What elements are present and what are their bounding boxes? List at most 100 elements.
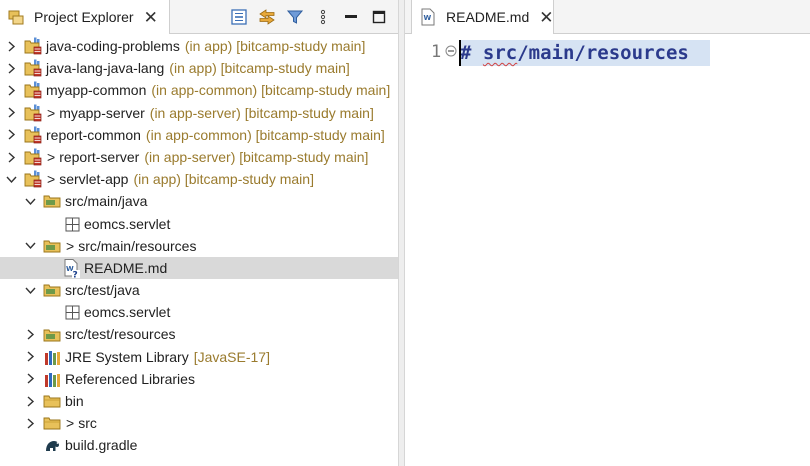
tree-item[interactable]: eomcs.servlet	[0, 213, 398, 235]
tree-item-qualifier: (in app) [bitcamp-study main]	[133, 171, 314, 188]
view-menu-icon[interactable]	[309, 3, 337, 31]
chevron-right-icon[interactable]	[4, 124, 18, 146]
tree-item[interactable]: bin	[0, 390, 398, 412]
tree-item[interactable]: build.gradle	[0, 434, 398, 456]
tree-item-qualifier: (in app) [bitcamp-study main]	[184, 38, 366, 54]
minimize-icon[interactable]	[337, 3, 365, 31]
tree-item-label: src	[78, 415, 97, 432]
chevron-down-icon[interactable]	[23, 235, 37, 257]
tree-item-label: java-lang-java-lang	[46, 60, 165, 77]
editor-panel: W README.md ✕ 1 # src/main/resources	[405, 0, 810, 466]
close-icon[interactable]: ✕	[539, 9, 553, 26]
folder-icon	[43, 391, 63, 411]
project-icon	[24, 58, 44, 78]
folder-icon	[43, 413, 63, 433]
tree-item-label: eomcs.servlet	[84, 304, 171, 321]
library-icon	[43, 347, 63, 367]
link-with-editor-icon[interactable]	[253, 3, 281, 31]
tree-item[interactable]: src/test/java	[0, 279, 398, 301]
dirty-marker: >	[66, 237, 75, 254]
code-line[interactable]: # src/main/resources	[459, 40, 710, 66]
package-icon	[62, 302, 82, 322]
tree-item-label: src/main/java	[65, 193, 148, 210]
tree-item-qualifier: (in app-common) [bitcamp-study main]	[151, 82, 391, 99]
chevron-down-icon[interactable]	[23, 190, 37, 212]
chevron-down-icon[interactable]	[4, 168, 18, 190]
tree-item[interactable]: java-coding-problems (in app) [bitcamp-st…	[0, 35, 398, 57]
source-folder-icon	[43, 191, 63, 211]
text-cursor	[459, 40, 461, 66]
tree-item[interactable]: src/main/java	[0, 190, 398, 212]
chevron-down-icon[interactable]	[23, 279, 37, 301]
chevron-right-icon[interactable]	[23, 346, 37, 368]
tree-item[interactable]: > myapp-server (in app-server) [bitcamp-st…	[0, 102, 398, 124]
dirty-marker: >	[66, 415, 75, 432]
tree-item[interactable]: JRE System Library [JavaSE-17]	[0, 346, 398, 368]
source-folder-icon	[43, 280, 63, 300]
project-explorer-icon	[6, 7, 26, 27]
chevron-right-icon[interactable]	[23, 390, 37, 412]
fold-icon[interactable]	[445, 44, 457, 60]
tree-item[interactable]: > report-server (in app-server) [bitcamp-s…	[0, 146, 398, 168]
dirty-marker: >	[47, 171, 56, 188]
markdown-file-icon: W	[418, 7, 438, 27]
gradle-file-icon	[43, 435, 63, 455]
explorer-tabbar: Project Explorer ✕	[0, 0, 398, 34]
panel-divider[interactable]	[398, 0, 405, 466]
tree-item[interactable]: report-common (in app-common) [bitcamp-st…	[0, 124, 398, 146]
chevron-right-icon[interactable]	[23, 368, 37, 390]
chevron-right-icon[interactable]	[4, 35, 18, 57]
tree-item-label: java-coding-problems	[46, 38, 180, 54]
svg-text:W: W	[424, 14, 432, 22]
chevron-right-icon[interactable]	[4, 57, 18, 79]
tree-item-label: Referenced Libraries	[65, 370, 195, 387]
tab-readme[interactable]: W README.md ✕	[411, 0, 554, 34]
tab-project-explorer[interactable]: Project Explorer ✕	[0, 0, 170, 34]
tree-item[interactable]: java-lang-java-lang (in app) [bitcamp-stu…	[0, 57, 398, 79]
tree-item-qualifier: (in app-common) [bitcamp-study main]	[145, 126, 385, 143]
project-tree: java-coding-problems (in app) [bitcamp-st…	[0, 35, 398, 457]
source-folder-icon	[43, 325, 63, 345]
maximize-icon[interactable]	[365, 3, 393, 31]
tree-item[interactable]: > src/main/resources	[0, 235, 398, 257]
tree-item-qualifier: [JavaSE-17]	[193, 348, 270, 365]
chevron-right-icon[interactable]	[23, 412, 37, 434]
tab-label: Project Explorer	[34, 9, 134, 25]
tab-label: README.md	[446, 9, 530, 25]
project-icon	[24, 147, 44, 167]
project-explorer-panel: Project Explorer ✕ java-coding-problems …	[0, 0, 398, 466]
markdown-editor[interactable]: 1 # src/main/resources	[405, 35, 810, 466]
tree-item-label: bin	[65, 393, 84, 409]
tree-item[interactable]: W? README.md	[0, 256, 398, 280]
close-icon[interactable]: ✕	[144, 9, 158, 26]
tree-item[interactable]: Referenced Libraries	[0, 368, 398, 390]
spelling-error-word: src	[482, 42, 518, 64]
tree-item[interactable]: eomcs.servlet	[0, 301, 398, 323]
heading-marker: #	[460, 42, 472, 64]
tree-item-qualifier: (in app-server) [bitcamp-study main]	[144, 148, 369, 165]
tree-item-label: servlet-app	[59, 171, 129, 188]
chevron-right-icon[interactable]	[23, 324, 37, 346]
filter-icon[interactable]	[281, 3, 309, 31]
tree-item[interactable]: src/test/resources	[0, 323, 398, 345]
tree-item[interactable]: myapp-common (in app-common) [bitcamp-stu…	[0, 79, 398, 101]
editor-tabbar: W README.md ✕	[405, 0, 810, 34]
tree-item-qualifier: (in app-server) [bitcamp-study main]	[149, 104, 374, 121]
tree-item-label: src/test/resources	[65, 326, 176, 343]
collapse-all-icon[interactable]	[225, 3, 253, 31]
chevron-right-icon[interactable]	[4, 79, 18, 101]
dirty-marker: >	[47, 104, 56, 121]
project-icon	[24, 169, 44, 189]
chevron-right-icon[interactable]	[4, 146, 18, 168]
chevron-right-icon[interactable]	[4, 102, 18, 124]
tree-item-label: README.md	[84, 259, 168, 276]
tree-item-label: build.gradle	[65, 437, 138, 454]
tree-item[interactable]: > servlet-app (in app) [bitcamp-study main…	[0, 168, 398, 190]
code-text: /main/resources	[517, 42, 689, 64]
markdown-file-icon: W?	[62, 258, 82, 278]
tree-item[interactable]: > src	[0, 412, 398, 434]
dirty-marker: >	[47, 148, 56, 165]
project-icon	[24, 125, 44, 145]
library-icon	[43, 369, 63, 389]
tree-item-label: report-server	[59, 148, 140, 165]
